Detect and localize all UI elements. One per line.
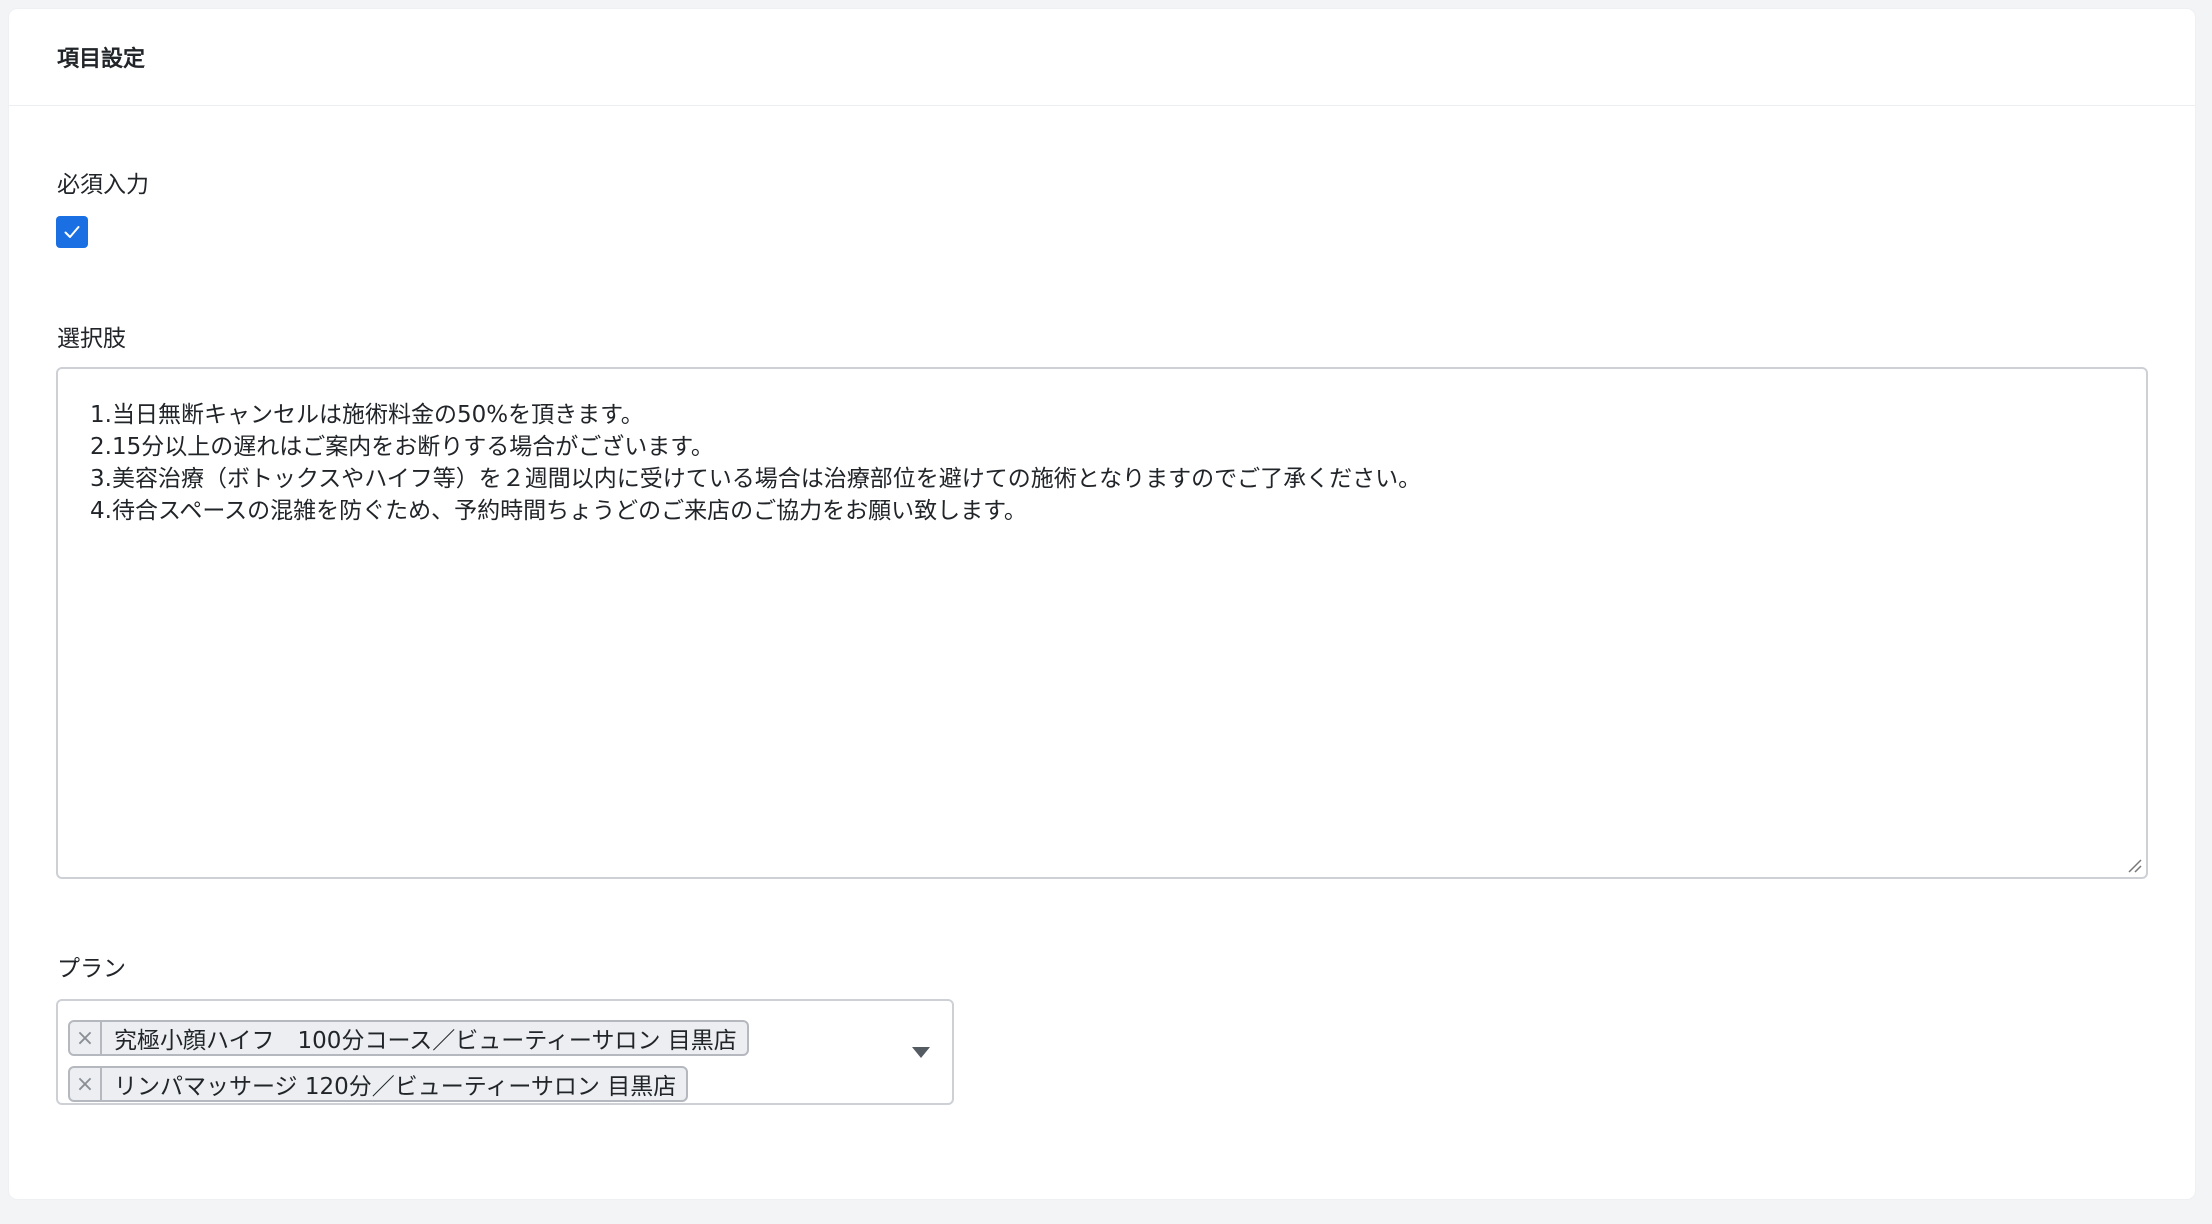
item-settings-card: 項目設定 必須入力 選択肢 1.当日無断キャンセルは施術料金の50%を頂きます。… (9, 9, 2195, 1199)
options-textarea[interactable]: 1.当日無断キャンセルは施術料金の50%を頂きます。 2.15分以上の遅れはご案… (56, 367, 2148, 879)
close-icon[interactable]: × (70, 1068, 102, 1100)
selected-plan-tag: × リンパマッサージ 120分／ビューティーサロン 目黒店 (68, 1066, 689, 1102)
card-title: 項目設定 (57, 47, 146, 72)
close-icon[interactable]: × (70, 1022, 102, 1054)
options-textarea-value[interactable]: 1.当日無断キャンセルは施術料金の50%を頂きます。 2.15分以上の遅れはご案… (58, 369, 2146, 527)
resize-handle-icon[interactable] (2125, 856, 2143, 874)
required-checkbox[interactable] (56, 216, 88, 248)
selected-plan-label: リンパマッサージ 120分／ビューティーサロン 目黒店 (114, 1074, 677, 1100)
selected-plan-label: 究極小顔ハイフ 100分コース／ビューティーサロン 目黒店 (114, 1028, 737, 1054)
plan-multiselect[interactable]: × 究極小顔ハイフ 100分コース／ビューティーサロン 目黒店 × リンパマッサ… (56, 999, 954, 1105)
options-label: 選択肢 (57, 326, 126, 352)
selected-plan-tag: × 究極小顔ハイフ 100分コース／ビューティーサロン 目黒店 (68, 1020, 749, 1056)
check-icon (64, 226, 80, 238)
plan-label: プラン (57, 956, 126, 982)
card-header: 項目設定 (9, 9, 2195, 106)
required-label: 必須入力 (57, 172, 149, 198)
chevron-down-icon[interactable] (912, 1047, 930, 1058)
